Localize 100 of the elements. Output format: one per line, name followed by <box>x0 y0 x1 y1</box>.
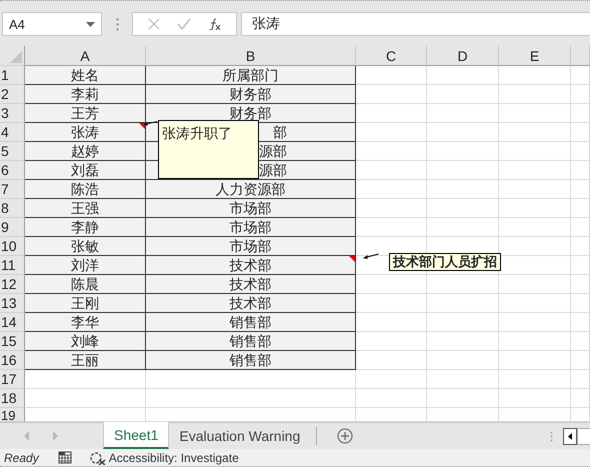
table-cell <box>427 389 499 408</box>
table-cell: 王丽 <box>71 352 99 368</box>
table-cell <box>571 123 590 142</box>
table-cell <box>427 313 499 332</box>
scroll-right-icon[interactable] <box>52 431 58 441</box>
table-cell <box>427 85 499 104</box>
table-cell <box>356 275 427 294</box>
accessibility-icon[interactable] <box>90 450 106 464</box>
comment-note: 张涛升职了 <box>158 120 259 179</box>
table-cell <box>427 332 499 351</box>
table-cell <box>499 66 571 85</box>
row-header[interactable]: 13 <box>0 294 25 313</box>
table-cell <box>427 351 499 370</box>
table-cell <box>356 199 427 218</box>
row-header[interactable]: 4 <box>0 123 25 142</box>
table-cell: 李华 <box>71 314 99 330</box>
row-header[interactable]: 10 <box>0 237 25 256</box>
status-text: Ready <box>4 450 39 464</box>
column-header[interactable]: C <box>356 46 427 66</box>
row-header[interactable]: 5 <box>0 142 25 161</box>
formula-field[interactable]: 张涛 <box>241 12 590 36</box>
table-cell <box>571 313 590 332</box>
table-cell <box>571 85 590 104</box>
table-cell: 刘磊 <box>71 162 99 178</box>
row-header[interactable]: 19 <box>0 408 25 422</box>
table-cell <box>427 66 499 85</box>
table-cell: 源部 <box>259 162 287 178</box>
row-header[interactable]: 2 <box>0 85 25 104</box>
comment-note: 技术部门人员扩招 <box>389 253 501 271</box>
column-header[interactable]: E <box>499 46 571 66</box>
table-cell <box>571 218 590 237</box>
table-cell <box>571 199 590 218</box>
row-header[interactable]: 12 <box>0 275 25 294</box>
table-cell: 销售部 <box>230 333 272 349</box>
table-cell <box>499 313 571 332</box>
table-cell <box>427 104 499 123</box>
accessibility-status[interactable]: Accessibility: Investigate <box>108 450 239 464</box>
table-cell <box>427 161 499 180</box>
more-icon <box>550 430 553 442</box>
table-cell <box>427 180 499 199</box>
table-cell: 部 <box>273 124 287 140</box>
table-cell <box>571 180 590 199</box>
row-header[interactable]: 16 <box>0 351 25 370</box>
column-header[interactable]: D <box>427 46 499 66</box>
table-cell <box>571 275 590 294</box>
name-box[interactable]: A4 <box>2 12 102 36</box>
row-header[interactable]: 9 <box>0 218 25 237</box>
sheet-tab[interactable]: Evaluation Warning <box>169 422 310 449</box>
table-cell <box>356 294 427 313</box>
scroll-left-icon[interactable] <box>24 431 30 441</box>
table-cell <box>427 294 499 313</box>
table-cell <box>356 389 427 408</box>
dropdown-icon[interactable] <box>86 22 95 26</box>
table-cell: 技术部 <box>230 295 272 311</box>
row-header[interactable]: 17 <box>0 370 25 389</box>
column-header[interactable] <box>571 46 590 66</box>
scroll-left-button[interactable] <box>563 428 577 444</box>
table-cell <box>571 332 590 351</box>
table-cell: 财务部 <box>230 86 272 102</box>
function-icon[interactable] <box>208 18 222 30</box>
row-header[interactable]: 11 <box>0 256 25 275</box>
row-header[interactable]: 3 <box>0 104 25 123</box>
table-cell <box>499 294 571 313</box>
table-cell <box>499 389 571 408</box>
row-header[interactable]: 15 <box>0 332 25 351</box>
cancel-icon[interactable] <box>148 18 160 30</box>
check-icon[interactable] <box>176 18 190 30</box>
row-header[interactable]: 8 <box>0 199 25 218</box>
table-cell <box>356 180 427 199</box>
table-cell <box>499 85 571 104</box>
table-cell: 王刚 <box>71 295 99 311</box>
row-header[interactable]: 6 <box>0 161 25 180</box>
table-cell <box>356 218 427 237</box>
table-cell <box>571 161 590 180</box>
table-cell <box>427 123 499 142</box>
row-header[interactable]: 18 <box>0 389 25 408</box>
table-cell: 技术部 <box>230 257 272 273</box>
table-cell <box>427 275 499 294</box>
table-cell <box>499 351 571 370</box>
leader-line <box>144 120 158 128</box>
table-cell <box>356 351 427 370</box>
row-header[interactable]: 1 <box>0 66 25 85</box>
row-header[interactable]: 7 <box>0 180 25 199</box>
arrow-left-icon <box>568 432 572 440</box>
sheet-tab[interactable]: Sheet1 <box>103 422 170 449</box>
table-cell: 李静 <box>71 219 99 235</box>
add-sheet-icon[interactable] <box>337 428 354 444</box>
table-cell <box>499 332 571 351</box>
table-cell <box>356 313 427 332</box>
row-header[interactable]: 14 <box>0 313 25 332</box>
select-all-icon[interactable] <box>10 51 22 63</box>
table-cell: 李莉 <box>71 86 99 102</box>
table-cell <box>571 294 590 313</box>
table-cell: 人力资源部 <box>216 181 286 197</box>
table-cell: 王强 <box>71 200 99 216</box>
table-cell: 张涛 <box>71 124 99 140</box>
macro-record-icon[interactable] <box>58 451 72 464</box>
table-cell <box>571 142 590 161</box>
horizontal-scrollbar[interactable] <box>577 428 590 444</box>
table-cell <box>427 142 499 161</box>
